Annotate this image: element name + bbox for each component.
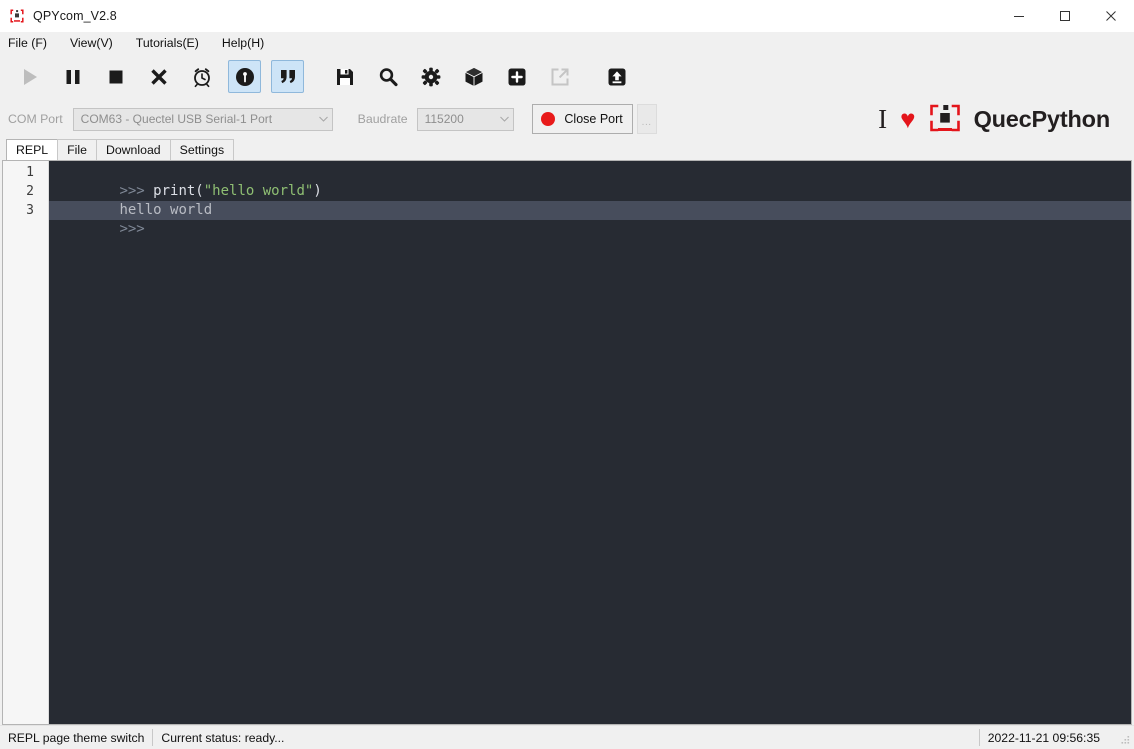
brand-name: QuecPython [973, 105, 1111, 132]
brand-i-glyph: I [878, 103, 888, 134]
add-button[interactable] [500, 60, 533, 93]
upload-button[interactable] [600, 60, 633, 93]
tab-bar: REPL File Download Settings [0, 139, 1134, 160]
com-port-value: COM63 - Quectel USB Serial-1 Port [80, 112, 273, 126]
timestamp-label: 2022-11-21 09:56:35 [987, 730, 1100, 745]
brand-banner: I ♥ QuecPython [876, 102, 1110, 136]
stop-button[interactable] [99, 60, 132, 93]
close-port-button[interactable]: Close Port [531, 104, 633, 134]
resize-grip-icon[interactable] [1119, 734, 1131, 746]
repl-token-function: print( [153, 183, 204, 199]
quecpython-logo-icon [927, 102, 963, 136]
more-options-button[interactable]: ... [636, 104, 657, 134]
maximize-button[interactable] [1042, 0, 1088, 32]
tab-settings[interactable]: Settings [169, 139, 235, 160]
repl-token-string: "hello world" [203, 183, 314, 199]
toolbar-group-run [8, 60, 309, 93]
minimize-button[interactable] [996, 0, 1042, 32]
repl-token-output: hello world [119, 202, 213, 218]
search-button[interactable] [371, 60, 404, 93]
connection-status-dot-icon [541, 112, 556, 126]
close-x-button[interactable] [142, 60, 175, 93]
heart-icon: ♥ [900, 104, 916, 134]
menu-item-help[interactable]: Help(H) [222, 34, 273, 52]
application-window: QPYcom_V2.8 File (F) View(V) Tutorials(E… [0, 0, 1134, 749]
window-title: QPYcom_V2.8 [33, 8, 117, 23]
line-number: 1 [26, 165, 34, 180]
repl-prompt: >>> [119, 183, 154, 199]
menu-item-view[interactable]: View(V) [70, 34, 122, 52]
line-number: 2 [26, 184, 34, 199]
repl-console: 1 2 3 >>> print("hello world") hello wor… [2, 160, 1132, 725]
baudrate-value: 115200 [424, 112, 464, 126]
alarm-clock-button[interactable] [185, 60, 218, 93]
connection-bar: COM Port COM63 - Quectel USB Serial-1 Po… [0, 99, 1134, 139]
close-port-label: Close Port [564, 112, 623, 126]
line-number-gutter: 1 2 3 [3, 161, 49, 724]
repl-mode-button[interactable] [228, 60, 261, 93]
save-button[interactable] [328, 60, 361, 93]
window-controls [996, 0, 1134, 32]
baudrate-label: Baudrate [357, 112, 408, 126]
close-window-button[interactable] [1088, 0, 1134, 32]
menu-item-tutorials[interactable]: Tutorials(E) [136, 34, 208, 52]
external-link-button[interactable] [543, 60, 576, 93]
baudrate-select[interactable]: 115200 [416, 107, 514, 131]
toolbar-group-tools [323, 60, 638, 93]
repl-output-area[interactable]: >>> print("hello world") hello world >>> [49, 161, 1131, 724]
settings-gear-button[interactable] [414, 60, 447, 93]
quotation-button[interactable] [271, 60, 304, 93]
title-bar: QPYcom_V2.8 [0, 0, 1134, 32]
menu-bar: File (F) View(V) Tutorials(E) Help(H) [0, 32, 1134, 54]
tab-repl[interactable]: REPL [6, 139, 59, 160]
chevron-down-icon [315, 116, 332, 122]
package-button[interactable] [457, 60, 490, 93]
com-port-select[interactable]: COM63 - Quectel USB Serial-1 Port [72, 107, 333, 131]
status-bar: REPL page theme switch Current status: r… [0, 725, 1134, 749]
quecpython-logo-icon [9, 8, 25, 24]
repl-token-paren: ) [313, 183, 322, 199]
toolbar [0, 54, 1134, 99]
line-number: 3 [26, 203, 34, 218]
title-bar-left: QPYcom_V2.8 [0, 8, 117, 24]
com-port-label: COM Port [8, 112, 63, 126]
menu-item-file[interactable]: File (F) [8, 34, 56, 52]
pause-button[interactable] [56, 60, 89, 93]
tab-download[interactable]: Download [95, 139, 171, 160]
repl-line: >>> print("hello world") [49, 163, 1131, 199]
repl-prompt: >>> [119, 221, 154, 237]
run-button[interactable] [13, 60, 46, 93]
tab-file[interactable]: File [57, 139, 97, 160]
theme-switch-button[interactable]: REPL page theme switch [0, 726, 152, 749]
chevron-down-icon [496, 116, 513, 122]
current-status-text: Current status: ready... [161, 730, 285, 745]
